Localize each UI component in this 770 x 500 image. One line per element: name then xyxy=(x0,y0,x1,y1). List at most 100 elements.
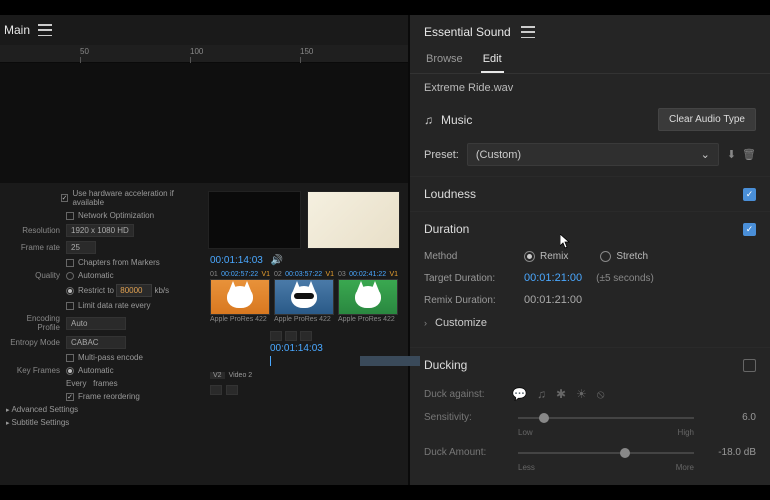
duck-dialogue-icon[interactable]: 💬 xyxy=(512,387,527,402)
ruler-tick: 100 xyxy=(190,47,203,56)
track-body[interactable] xyxy=(270,383,398,397)
main-title: Main xyxy=(4,23,30,37)
program-monitor-right xyxy=(307,191,400,249)
fx-button[interactable] xyxy=(285,331,297,341)
encoding-dropdown[interactable]: Auto xyxy=(66,317,126,330)
clip-thumb[interactable]: 0300:02:41:22V1 Apple ProRes 422 xyxy=(338,270,398,323)
resolution-dropdown[interactable]: 1920 x 1080 HD xyxy=(66,224,134,237)
advanced-settings-disclosure[interactable]: Advanced Settings xyxy=(0,403,200,416)
duck-amount-label: Duck Amount: xyxy=(424,447,502,458)
sensitivity-value[interactable]: 6.0 xyxy=(710,412,756,423)
timeline-timecode[interactable]: 00:01:14:03 xyxy=(210,343,398,354)
quality-auto-radio[interactable] xyxy=(66,272,74,280)
sensitivity-label: Sensitivity: xyxy=(424,412,502,423)
limit-rate-label: Limit data rate every xyxy=(78,301,150,310)
playhead[interactable] xyxy=(270,356,271,366)
duck-unassigned-icon[interactable]: ⦸ xyxy=(597,387,605,402)
duck-sfx-icon[interactable]: ✱ xyxy=(556,387,566,402)
method-remix-option[interactable]: Remix xyxy=(524,251,568,262)
reorder-checkbox[interactable] xyxy=(66,393,74,401)
duck-ambience-icon[interactable]: ☀ xyxy=(576,387,587,402)
chapters-checkbox[interactable] xyxy=(66,259,74,267)
limit-rate-checkbox[interactable] xyxy=(66,302,74,310)
chapters-label: Chapters from Markers xyxy=(78,258,160,267)
target-duration-value[interactable]: 00:01:21:00 xyxy=(524,272,582,284)
ducking-toggle[interactable] xyxy=(743,359,756,372)
track-toggle[interactable] xyxy=(210,385,222,395)
remix-duration-value: 00:01:21:00 xyxy=(524,294,582,306)
target-duration-hint: (±5 seconds) xyxy=(596,273,654,284)
reorder-label: Frame reordering xyxy=(78,392,140,401)
tab-browse[interactable]: Browse xyxy=(424,49,465,73)
audio-filename: Extreme Ride.wav xyxy=(410,74,770,102)
duration-section-header[interactable]: Duration xyxy=(410,211,770,242)
track-body[interactable] xyxy=(270,368,398,382)
sequence-ruler[interactable]: 50 100 150 xyxy=(0,45,408,63)
preview-black xyxy=(0,63,408,183)
delete-preset-icon[interactable]: 🗑 xyxy=(742,148,756,161)
quality-auto-label: Automatic xyxy=(78,271,114,280)
remix-radio[interactable] xyxy=(524,251,535,262)
timeline-ruler[interactable] xyxy=(270,356,398,366)
chevron-down-icon: ⌄ xyxy=(701,148,710,161)
save-preset-icon[interactable]: ⬇ xyxy=(727,148,736,161)
resolution-label: Resolution xyxy=(6,226,66,235)
chevron-right-icon: › xyxy=(424,318,427,328)
multipass-checkbox[interactable] xyxy=(66,354,74,362)
timecode[interactable]: 00:01:14:03 xyxy=(210,255,263,266)
multipass-label: Multi-pass encode xyxy=(78,353,143,362)
panel-menu-icon[interactable] xyxy=(521,26,535,38)
clear-audio-type-button[interactable]: Clear Audio Type xyxy=(658,108,756,131)
kf-auto-radio[interactable] xyxy=(66,367,74,375)
menu-icon[interactable] xyxy=(38,24,52,36)
restrict-label: Restrict to xyxy=(78,286,114,295)
remix-duration-label: Remix Duration: xyxy=(424,295,510,306)
fx-button[interactable] xyxy=(270,331,282,341)
method-stretch-option[interactable]: Stretch xyxy=(600,251,648,262)
loudness-section-header[interactable]: Loudness xyxy=(410,176,770,207)
net-opt-checkbox[interactable] xyxy=(66,212,74,220)
framerate-label: Frame rate xyxy=(6,243,66,252)
stretch-radio[interactable] xyxy=(600,251,611,262)
ruler-tick: 50 xyxy=(80,47,89,56)
duck-amount-slider[interactable] xyxy=(518,452,694,454)
preset-label: Preset: xyxy=(424,149,459,161)
duck-amount-value[interactable]: -18.0 dB xyxy=(710,447,756,458)
method-label: Method xyxy=(424,251,510,262)
track-toggle[interactable] xyxy=(226,385,238,395)
loudness-toggle[interactable] xyxy=(743,188,756,201)
tab-edit[interactable]: Edit xyxy=(481,49,504,73)
duck-against-label: Duck against: xyxy=(424,389,502,400)
speaker-icon[interactable]: 🔊 xyxy=(271,255,283,266)
restrict-input[interactable]: 80000 xyxy=(116,284,152,297)
net-opt-label: Network Optimization xyxy=(78,211,154,220)
timeline-clip[interactable] xyxy=(360,356,420,366)
quality-restrict-radio[interactable] xyxy=(66,287,74,295)
framerate-dropdown[interactable]: 25 xyxy=(66,241,96,254)
encoding-label: Encoding Profile xyxy=(6,314,66,332)
hw-accel-checkbox[interactable] xyxy=(61,194,69,202)
ducking-section-header[interactable]: Ducking xyxy=(410,347,770,378)
slider-thumb[interactable] xyxy=(620,448,630,458)
slider-thumb[interactable] xyxy=(539,413,549,423)
clip-thumb[interactable]: 0100:02:57:22V1 Apple ProRes 422 xyxy=(210,270,270,323)
track-v2-badge[interactable]: V2 xyxy=(210,372,225,379)
sensitivity-slider[interactable] xyxy=(518,417,694,419)
duck-music-icon[interactable]: ♫ xyxy=(537,387,546,402)
target-duration-label: Target Duration: xyxy=(424,273,510,284)
audio-type-label: Music xyxy=(441,113,472,127)
clip-thumb[interactable]: 0200:03:57:22V1 Apple ProRes 422 xyxy=(274,270,334,323)
restrict-unit: kb/s xyxy=(154,286,169,295)
preset-dropdown[interactable]: (Custom) ⌄ xyxy=(467,143,719,166)
program-monitor-left xyxy=(208,191,301,249)
quality-label: Quality xyxy=(6,271,66,280)
duration-toggle[interactable] xyxy=(743,223,756,236)
kf-auto-label: Automatic xyxy=(78,366,114,375)
entropy-dropdown[interactable]: CABAC xyxy=(66,336,126,349)
keyframes-label: Key Frames xyxy=(6,366,66,375)
fx-button[interactable] xyxy=(300,331,312,341)
subtitle-settings-disclosure[interactable]: Subtitle Settings xyxy=(0,416,200,429)
customize-disclosure[interactable]: › Customize xyxy=(424,311,756,335)
music-note-icon: ♫ xyxy=(424,113,433,127)
track-v2-label: Video 2 xyxy=(229,372,253,379)
